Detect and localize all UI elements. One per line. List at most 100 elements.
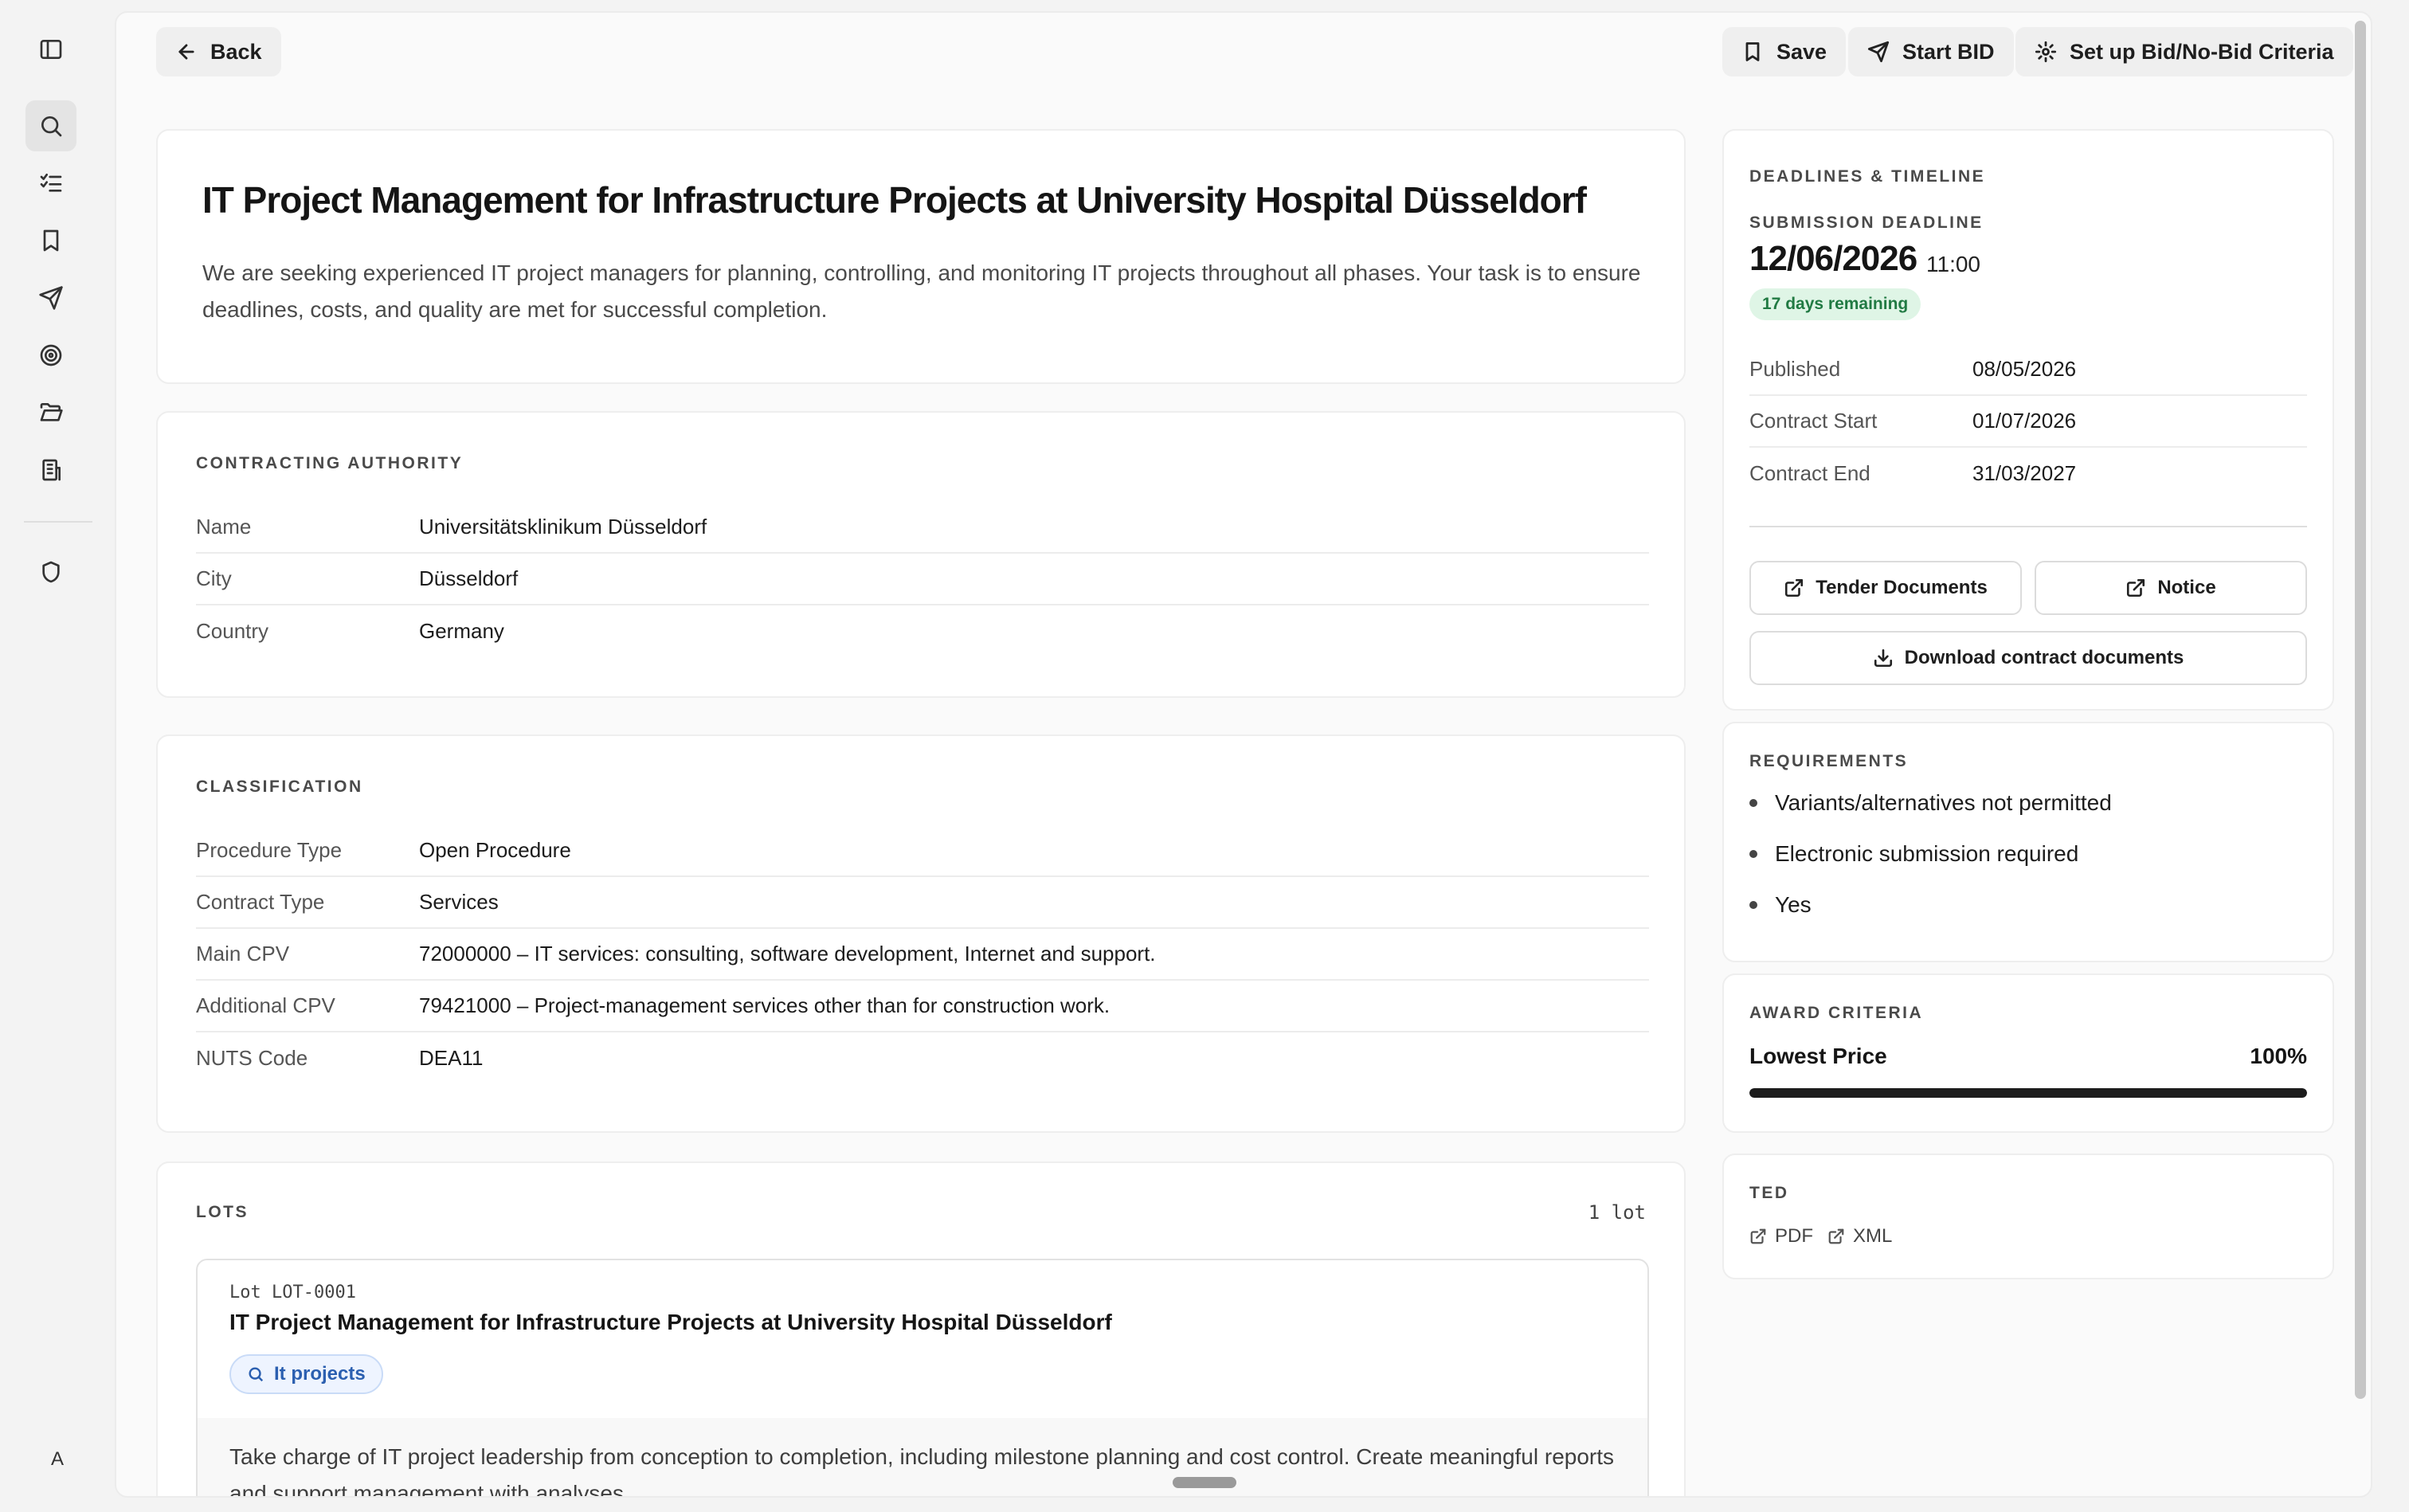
kv-key: Procedure Type xyxy=(196,838,343,862)
search-icon xyxy=(249,1367,264,1382)
bullet-icon xyxy=(1749,850,1757,858)
download-documents-button[interactable]: Download contract documents xyxy=(1749,631,2307,685)
shield-icon[interactable] xyxy=(25,546,76,597)
resize-handle[interactable] xyxy=(1173,1477,1236,1488)
deadline-label: SUBMISSION DEADLINE xyxy=(1749,213,1984,232)
lot-tag[interactable]: It projects xyxy=(229,1354,383,1394)
award-criterion-name: Lowest Price xyxy=(1749,1044,1887,1068)
lot-count: 1 lot xyxy=(1588,1201,1646,1224)
timeline-key: Contract Start xyxy=(1749,409,1878,433)
kv-value: Düsseldorf xyxy=(419,566,519,590)
left-rail: A xyxy=(0,0,112,1512)
send-icon xyxy=(1867,41,1890,63)
timeline-key: Contract End xyxy=(1749,461,1870,485)
weight-bar-fill xyxy=(1749,1088,2307,1098)
scrollbar[interactable] xyxy=(2355,21,2366,1399)
save-label: Save xyxy=(1776,39,1827,64)
tender-documents-button[interactable]: Tender Documents xyxy=(1749,561,2022,615)
main-panel: Back Save Start BID Set up Bid/No-Bid Cr… xyxy=(115,11,2372,1498)
gear-icon xyxy=(2035,41,2057,63)
status-badge: 17 days remaining xyxy=(1749,288,1921,320)
section-label: TED xyxy=(1749,1184,1789,1202)
kv-value: Open Procedure xyxy=(419,838,571,862)
award-criterion-weight: 100% xyxy=(2250,1044,2307,1068)
bookmark-icon[interactable] xyxy=(25,215,76,266)
kv-row: NUTS Code DEA11 xyxy=(196,1032,1649,1084)
external-link-icon xyxy=(1828,1228,1844,1244)
divider xyxy=(1749,526,2307,527)
contracting-authority-card: CONTRACTING AUTHORITY Name Universitätsk… xyxy=(156,411,1686,698)
bullet-icon xyxy=(1749,799,1757,807)
building-icon[interactable] xyxy=(25,445,76,496)
list-item: Variants/alternatives not permitted xyxy=(1749,790,2112,816)
lot-description: Take charge of IT project leadership fro… xyxy=(229,1444,1615,1498)
ted-xml-label: XML xyxy=(1853,1225,1893,1247)
requirements-card: REQUIREMENTS Variants/alternatives not p… xyxy=(1722,722,2334,962)
kv-value: DEA11 xyxy=(419,1046,484,1070)
tender-documents-label: Tender Documents xyxy=(1816,577,1988,598)
checklist-icon[interactable] xyxy=(25,158,76,209)
deadline-time: 11:00 xyxy=(1926,252,1980,276)
arrow-left-icon xyxy=(178,44,194,60)
kv-key: Country xyxy=(196,619,269,643)
save-button[interactable]: Save xyxy=(1722,27,1847,76)
kv-value: 79421000 – Project-management services o… xyxy=(419,993,1110,1017)
kv-row: Additional CPV 79421000 – Project-manage… xyxy=(196,981,1649,1032)
external-link-icon xyxy=(2127,578,2145,597)
timeline-row: Published 08/05/2026 xyxy=(1749,344,2307,396)
deadline-date: 12/06/2026 xyxy=(1749,239,1917,278)
lot-id: Lot LOT-0001 xyxy=(229,1283,356,1302)
rail-divider xyxy=(24,521,92,523)
kv-key: Additional CPV xyxy=(196,993,335,1017)
kv-row: Name Universitätsklinikum Düsseldorf xyxy=(196,502,1649,554)
section-label: CONTRACTING AUTHORITY xyxy=(196,454,464,472)
download-documents-label: Download contract documents xyxy=(1904,647,2184,668)
section-label: AWARD CRITERIA xyxy=(1749,1004,1924,1022)
title-card: IT Project Management for Infrastructure… xyxy=(156,129,1686,384)
bullet-icon xyxy=(1749,901,1757,909)
download-icon xyxy=(1874,648,1892,668)
section-label: CLASSIFICATION xyxy=(196,778,363,796)
list-item: Yes xyxy=(1749,892,1812,918)
notice-button[interactable]: Notice xyxy=(2035,561,2307,615)
lot-tag-label: It projects xyxy=(274,1363,366,1385)
section-label: LOTS xyxy=(196,1203,249,1221)
section-label: REQUIREMENTS xyxy=(1749,752,1909,770)
bid-criteria-button[interactable]: Set up Bid/No-Bid Criteria xyxy=(2015,27,2353,76)
sidebar-toggle-icon[interactable] xyxy=(25,24,76,75)
weight-bar xyxy=(1749,1088,2307,1098)
target-icon[interactable] xyxy=(25,330,76,381)
ted-pdf-link[interactable]: PDF xyxy=(1749,1225,1813,1248)
timeline-value: 31/03/2027 xyxy=(1972,461,2077,485)
kv-row: Contract Type Services xyxy=(196,877,1649,929)
tender-description: We are seeking experienced IT project ma… xyxy=(202,260,1641,322)
bid-criteria-label: Set up Bid/No-Bid Criteria xyxy=(2070,39,2334,64)
search-icon[interactable] xyxy=(25,100,76,151)
start-bid-button[interactable]: Start BID xyxy=(1848,27,2014,76)
kv-value: Universitätsklinikum Düsseldorf xyxy=(419,515,707,539)
send-icon[interactable] xyxy=(25,272,76,323)
timeline-card: DEADLINES & TIMELINE SUBMISSION DEADLINE… xyxy=(1722,129,2334,711)
ted-xml-link[interactable]: XML xyxy=(1827,1225,1892,1248)
kv-key: Main CPV xyxy=(196,942,290,966)
lots-card: LOTS 1 lot Lot LOT-0001 IT Project Manag… xyxy=(156,1161,1686,1498)
avatar[interactable]: A xyxy=(41,1443,73,1475)
lot-title: IT Project Management for Infrastructure… xyxy=(229,1310,1112,1334)
kv-value: Germany xyxy=(419,619,504,643)
kv-value: Services xyxy=(419,890,499,914)
kv-row: Main CPV 72000000 – IT services: consult… xyxy=(196,929,1649,981)
ted-card: TED PDF XML xyxy=(1722,1154,2334,1279)
folder-open-icon[interactable] xyxy=(25,387,76,438)
timeline-row: Contract End 31/03/2027 xyxy=(1749,448,2307,499)
timeline-key: Published xyxy=(1749,357,1841,381)
kv-row: Procedure Type Open Procedure xyxy=(196,825,1649,877)
lot-item[interactable]: Lot LOT-0001 IT Project Management for I… xyxy=(196,1259,1649,1498)
list-item: Electronic submission required xyxy=(1749,841,2078,867)
ted-pdf-label: PDF xyxy=(1775,1225,1813,1247)
kv-row: Country Germany xyxy=(196,605,1649,657)
bookmark-icon xyxy=(1745,42,1760,61)
start-bid-label: Start BID xyxy=(1902,39,1995,64)
kv-key: NUTS Code xyxy=(196,1046,308,1070)
kv-key: Contract Type xyxy=(196,890,325,914)
back-button[interactable]: Back xyxy=(156,27,281,76)
